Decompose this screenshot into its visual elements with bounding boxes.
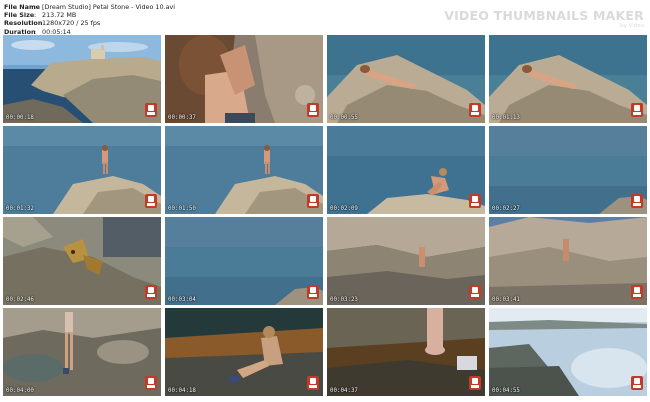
- thumbnail-11: 00:03:23: [327, 217, 485, 305]
- studio-logo-icon: [307, 376, 319, 390]
- thumbnail-6: 00:01:50: [165, 126, 323, 214]
- thumbnail-grid: 00:00:18 00:00:37 00:00:55 00:01:13 00:0…: [3, 35, 647, 400]
- thumbnail-timestamp: 00:02:09: [330, 206, 358, 212]
- thumbnail-timestamp: 00:04:18: [168, 388, 196, 394]
- thumbnail-2: 00:00:37: [165, 35, 323, 123]
- thumbnail-16: 00:04:55: [489, 308, 647, 396]
- thumbnail-image: [3, 308, 161, 396]
- thumbnail-4: 00:01:13: [489, 35, 647, 123]
- thumbnail-timestamp: 00:00:18: [6, 115, 34, 121]
- info-separator: :: [34, 11, 37, 20]
- info-separator: :: [34, 3, 37, 11]
- thumbnail-timestamp: 00:03:41: [492, 297, 520, 303]
- thumbnail-image: [327, 308, 485, 396]
- thumbnail-image: [165, 308, 323, 396]
- thumbnail-image: [3, 35, 161, 123]
- thumbnail-8: 00:02:27: [489, 126, 647, 214]
- thumbnail-timestamp: 00:01:50: [168, 206, 196, 212]
- info-value-file-name: [Dream Studio] Petal Stone - Video 10.av…: [42, 3, 176, 11]
- thumbnail-5: 00:01:32: [3, 126, 161, 214]
- thumbnail-timestamp: 00:03:23: [330, 297, 358, 303]
- thumbnail-14: 00:04:18: [165, 308, 323, 396]
- thumbnail-timestamp: 00:03:04: [168, 297, 196, 303]
- thumbnail-image: [3, 217, 161, 305]
- thumbnail-image: [489, 308, 647, 396]
- brand-subtitle: by Video: [620, 23, 644, 29]
- studio-logo-icon: [469, 376, 481, 390]
- file-info-panel: File Name : [Dream Studio] Petal Stone -…: [4, 3, 175, 36]
- studio-logo-icon: [469, 103, 481, 117]
- studio-logo-icon: [145, 194, 157, 208]
- thumbnail-timestamp: 00:02:27: [492, 206, 520, 212]
- thumbnail-9: 00:02:46: [3, 217, 161, 305]
- info-key: File Name: [4, 3, 40, 11]
- info-value-file-size: 213.72 MB: [42, 11, 77, 20]
- thumbnail-image: [489, 217, 647, 305]
- thumbnail-timestamp: 00:04:55: [492, 388, 520, 394]
- thumbnail-timestamp: 00:02:46: [6, 297, 34, 303]
- brand-title: VIDEO THUMBNAILS MAKER: [444, 8, 644, 23]
- thumbnail-image: [3, 126, 161, 214]
- thumbnail-image: [165, 35, 323, 123]
- thumbnail-7: 00:02:09: [327, 126, 485, 214]
- brand-watermark: VIDEO THUMBNAILS MAKER by Video: [444, 8, 644, 29]
- studio-logo-icon: [307, 194, 319, 208]
- info-row-file-size: File Size : 213.72 MB: [4, 11, 175, 19]
- studio-logo-icon: [145, 103, 157, 117]
- info-row-resolution: Resolution : 1280x720 / 25 fps: [4, 19, 175, 27]
- thumbnail-image: [489, 126, 647, 214]
- studio-logo-icon: [469, 194, 481, 208]
- thumbnail-timestamp: 00:00:55: [330, 115, 358, 121]
- studio-logo-icon: [631, 376, 643, 390]
- thumbnail-1: 00:00:18: [3, 35, 161, 123]
- thumbnail-13: 00:04:00: [3, 308, 161, 396]
- thumbnail-3: 00:00:55: [327, 35, 485, 123]
- info-row-file-name: File Name : [Dream Studio] Petal Stone -…: [4, 3, 175, 11]
- info-separator: :: [34, 19, 37, 28]
- studio-logo-icon: [631, 285, 643, 299]
- studio-logo-icon: [145, 285, 157, 299]
- thumbnail-timestamp: 00:01:32: [6, 206, 34, 212]
- thumbnail-timestamp: 00:01:13: [492, 115, 520, 121]
- studio-logo-icon: [631, 194, 643, 208]
- info-key: File Size: [4, 11, 35, 20]
- thumbnail-image: [489, 35, 647, 123]
- thumbnail-image: [327, 35, 485, 123]
- thumbnail-10: 00:03:04: [165, 217, 323, 305]
- info-key: Resolution: [4, 19, 43, 28]
- thumbnail-15: 00:04:37: [327, 308, 485, 396]
- thumbnail-timestamp: 00:04:37: [330, 388, 358, 394]
- thumbnail-12: 00:03:41: [489, 217, 647, 305]
- thumbnail-timestamp: 00:00:37: [168, 115, 196, 121]
- studio-logo-icon: [307, 285, 319, 299]
- thumbnail-image: [327, 217, 485, 305]
- thumbnail-image: [327, 126, 485, 214]
- studio-logo-icon: [145, 376, 157, 390]
- info-value-resolution: 1280x720 / 25 fps: [42, 19, 101, 28]
- thumbnail-image: [165, 217, 323, 305]
- thumbnail-image: [165, 126, 323, 214]
- studio-logo-icon: [469, 285, 481, 299]
- thumbnail-timestamp: 00:04:00: [6, 388, 34, 394]
- studio-logo-icon: [307, 103, 319, 117]
- studio-logo-icon: [631, 103, 643, 117]
